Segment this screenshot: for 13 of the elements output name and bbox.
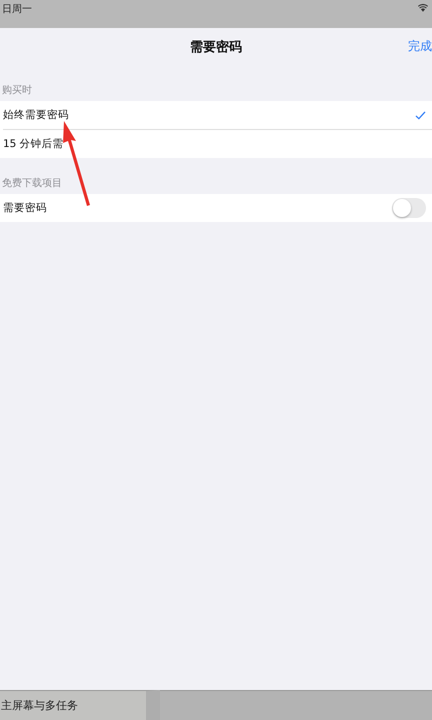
sheet-title: 需要密码 bbox=[190, 38, 242, 56]
setting-label: 需要密码 bbox=[3, 201, 47, 215]
section-header: 免费下载项目 bbox=[1, 176, 63, 191]
status-date: 日周一 bbox=[2, 3, 32, 16]
section-header: 购买时 bbox=[1, 84, 33, 98]
wifi-icon bbox=[418, 4, 428, 12]
done-button[interactable]: 完成 bbox=[408, 38, 432, 55]
option-row[interactable]: 始终需要密码 bbox=[0, 101, 432, 129]
option-label: 15 分钟后需 bbox=[3, 137, 64, 151]
sidebar-item[interactable]: 主屏幕与多任务 bbox=[0, 698, 78, 713]
option-label: 始终需要密码 bbox=[3, 108, 69, 122]
option-row[interactable]: 15 分钟后需 bbox=[0, 130, 432, 158]
toggle-switch[interactable] bbox=[392, 198, 426, 218]
